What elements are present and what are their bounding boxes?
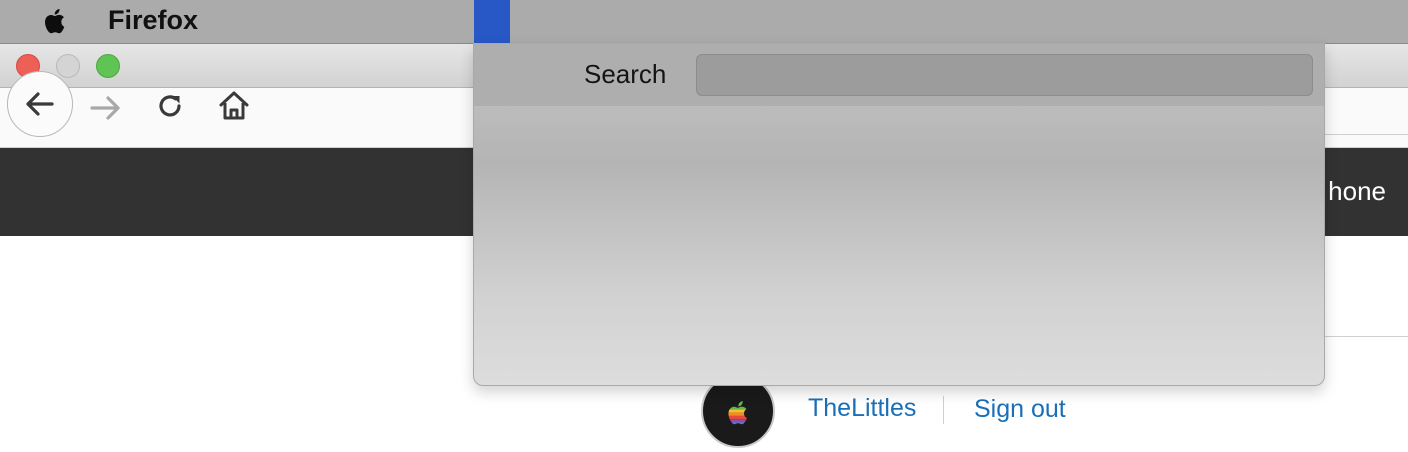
app-name-menu[interactable]: Firefox <box>108 5 198 36</box>
home-icon <box>219 91 249 120</box>
search-input[interactable] <box>696 54 1313 96</box>
username-link[interactable]: TheLittles <box>808 394 916 423</box>
menu-bar: Firefox <box>0 0 1408 44</box>
site-nav-item[interactable]: hone <box>1328 176 1386 207</box>
apple-logo-icon[interactable] <box>38 4 72 38</box>
home-button[interactable] <box>214 86 254 126</box>
back-button[interactable] <box>7 71 73 137</box>
search-dropdown-panel: Search <box>473 43 1325 386</box>
window-maximize-button[interactable] <box>96 54 120 78</box>
rainbow-apple-logo-icon <box>728 401 747 425</box>
divider <box>1322 134 1408 135</box>
link-separator <box>943 396 944 424</box>
divider <box>1322 336 1408 337</box>
forward-button[interactable] <box>86 88 126 128</box>
sign-out-link[interactable]: Sign out <box>974 395 1066 424</box>
search-label: Search <box>584 59 667 89</box>
screen: Firefox hone TheLittles Sign out Search <box>0 0 1408 452</box>
reload-icon <box>159 95 181 117</box>
forward-arrow-icon <box>90 96 120 120</box>
search-header: Search <box>474 44 1324 106</box>
back-arrow-icon <box>26 92 54 116</box>
menubar-selected-item[interactable] <box>474 0 510 44</box>
reload-button[interactable] <box>150 86 190 126</box>
window-minimize-button[interactable] <box>56 54 80 78</box>
